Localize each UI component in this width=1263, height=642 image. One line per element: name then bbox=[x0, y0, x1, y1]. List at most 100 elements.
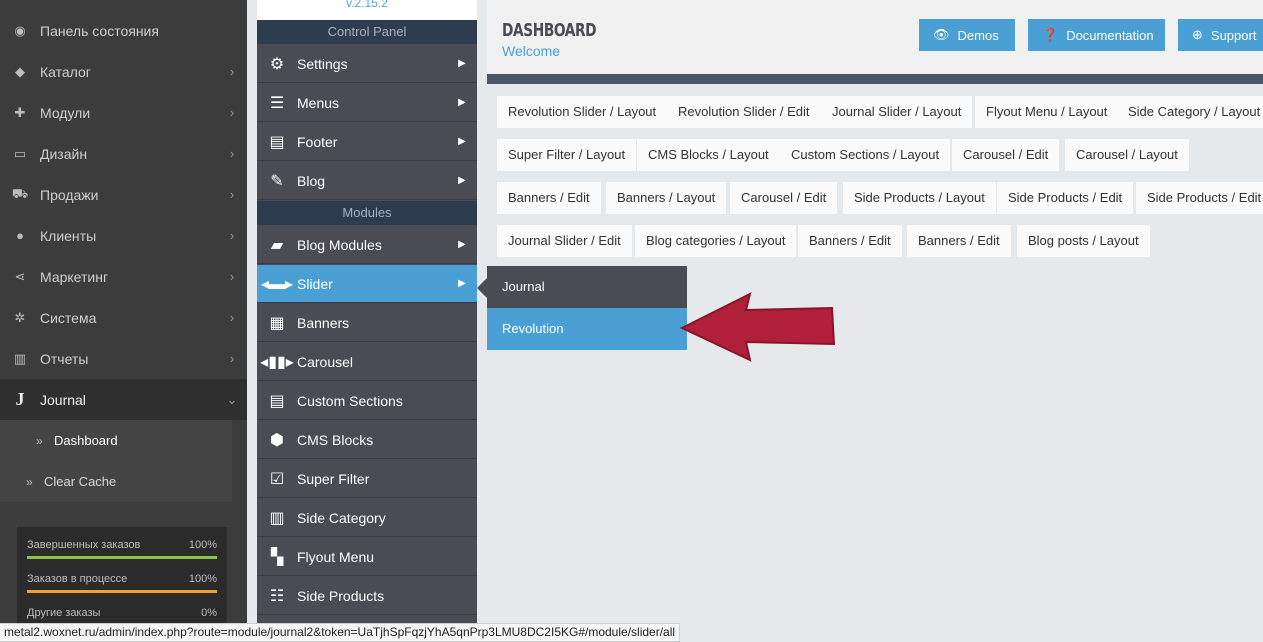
menu-item-menus[interactable]: ☰ Menus ▶ bbox=[257, 84, 477, 122]
cube-icon: ⬢ bbox=[270, 431, 284, 449]
browser-status-bar: metal2.woxnet.ru/admin/index.php?route=m… bbox=[0, 623, 681, 642]
cart-icon: ⛟ bbox=[11, 185, 29, 201]
sidebar-item-label: Клиенты bbox=[40, 227, 97, 244]
support-button[interactable]: ⊕ Support bbox=[1178, 19, 1263, 51]
footer-icon: ▤ bbox=[269, 133, 285, 151]
gear-icon: ✲ bbox=[14, 309, 26, 325]
grid-icon: ▦ bbox=[269, 314, 285, 332]
sidebar-item-label: Отчеты bbox=[40, 350, 89, 367]
sidebar-item-label: Маркетинг bbox=[40, 268, 109, 285]
menu-item-cms-blocks[interactable]: ⬢ CMS Blocks bbox=[257, 421, 477, 459]
menu-item-carousel[interactable]: ◂▮▮▸ Carousel bbox=[257, 343, 477, 381]
sidebar-item-system[interactable]: ✲ Система › bbox=[0, 297, 247, 338]
menu-item-label: Carousel bbox=[297, 353, 354, 370]
shortcut-button[interactable]: Banners / Edit bbox=[907, 225, 1011, 257]
progress-fill bbox=[27, 556, 217, 559]
sidebar-item-modules[interactable]: ✚ Модули › bbox=[0, 92, 247, 133]
shortcut-button[interactable]: Revolution Slider / Edit bbox=[667, 96, 821, 128]
slider-icon: ◂▬▸ bbox=[260, 275, 294, 293]
button-label: Support bbox=[1210, 27, 1257, 43]
edit-icon: ✎ bbox=[270, 172, 284, 190]
sidebar-item-reports[interactable]: ▥ Отчеты › bbox=[0, 338, 247, 379]
menu-item-side-products[interactable]: ☷ Side Products bbox=[257, 577, 477, 615]
sidebar-item-journal[interactable]: J Journal ⌄ bbox=[0, 379, 247, 420]
shortcut-button[interactable]: Side Products / Edit bbox=[1136, 182, 1263, 214]
menu-item-blog-modules[interactable]: ▰ Blog Modules ▶ bbox=[257, 226, 477, 264]
shortcut-button[interactable]: Journal Slider / Layout bbox=[821, 96, 973, 128]
menu-item-settings[interactable]: ⚙ Settings ▶ bbox=[257, 45, 477, 83]
menu-item-label: CMS Blocks bbox=[297, 431, 374, 448]
progress-bar bbox=[27, 590, 217, 593]
control-panel-header: Control Panel bbox=[257, 20, 477, 44]
demos-button[interactable]: 👁 Demos bbox=[919, 19, 1015, 51]
sidebar-subitem-dashboard[interactable]: » Dashboard bbox=[0, 420, 232, 461]
menu-item-footer[interactable]: ▤ Footer ▶ bbox=[257, 123, 477, 161]
carousel-icon: ◂▮▮▸ bbox=[260, 353, 294, 371]
sidebar-subitem-label: Dashboard bbox=[54, 433, 118, 448]
caret-right-icon: ▶ bbox=[458, 278, 466, 289]
shortcut-button[interactable]: Blog posts / Layout bbox=[1017, 225, 1150, 257]
user-icon: ● bbox=[16, 228, 24, 243]
flyout-item-revolution[interactable]: Revolution bbox=[487, 308, 687, 350]
sidebar-item-sales[interactable]: ⛟ Продажи › bbox=[0, 174, 247, 215]
menu-item-label: Slider bbox=[297, 275, 333, 292]
double-chevron-icon: » bbox=[36, 433, 43, 448]
menu-item-label: Flyout Menu bbox=[297, 548, 375, 565]
shortcut-button[interactable]: Carousel / Edit bbox=[730, 182, 838, 214]
menu-item-side-category[interactable]: ▥ Side Category bbox=[257, 499, 477, 537]
stat-completed: Завершенных заказов 100% bbox=[27, 537, 217, 571]
shortcut-button[interactable]: Banners / Edit bbox=[497, 182, 601, 214]
sidebar-item-design[interactable]: ▭ Дизайн › bbox=[0, 133, 247, 174]
documentation-button[interactable]: ❓ Documentation bbox=[1028, 19, 1165, 51]
menu-item-label: Super Filter bbox=[297, 470, 370, 487]
menu-item-flyout-menu[interactable]: ▚ Flyout Menu bbox=[257, 538, 477, 576]
shortcut-button[interactable]: Side Category / Layout bbox=[1117, 96, 1263, 128]
annotation-arrow bbox=[680, 292, 836, 362]
shortcut-button[interactable]: Revolution Slider / Layout bbox=[497, 96, 668, 128]
shortcut-button[interactable]: Carousel / Edit bbox=[952, 139, 1060, 171]
shortcut-button[interactable]: Side Products / Layout bbox=[843, 182, 996, 214]
version-label: v.2.15.2 bbox=[257, 0, 477, 20]
shortcut-button[interactable]: Banners / Layout bbox=[606, 182, 727, 214]
sidebar-item-catalog[interactable]: ◆ Каталог › bbox=[0, 51, 247, 92]
shortcut-button[interactable]: Side Products / Edit bbox=[997, 182, 1134, 214]
menu-item-banners[interactable]: ▦ Banners bbox=[257, 304, 477, 342]
chevron-right-icon: › bbox=[229, 228, 235, 243]
shortcut-button[interactable]: Banners / Edit bbox=[798, 225, 902, 257]
sidebar-item-marketing[interactable]: ⋖ Маркетинг › bbox=[0, 256, 247, 297]
monitor-icon: ▭ bbox=[13, 145, 27, 161]
menu-item-label: Banners bbox=[297, 314, 350, 331]
menu-item-custom-sections[interactable]: ▤ Custom Sections bbox=[257, 382, 477, 420]
menu-item-label: Settings bbox=[297, 55, 348, 72]
chevron-down-icon: ⌄ bbox=[226, 391, 238, 407]
page-subtitle: Welcome bbox=[502, 43, 561, 59]
chevron-right-icon: › bbox=[229, 269, 235, 284]
shortcut-button[interactable]: Flyout Menu / Layout bbox=[975, 96, 1119, 128]
sidebar-item-label: Каталог bbox=[40, 63, 91, 80]
sidebar-item-dashboard[interactable]: ◉ Панель состояния bbox=[0, 10, 247, 51]
stat-processing: Заказов в процессе 100% bbox=[27, 571, 217, 605]
comment-icon: ▰ bbox=[270, 236, 284, 254]
checkbox-icon: ☑ bbox=[269, 470, 285, 488]
shortcut-button[interactable]: Journal Slider / Edit bbox=[497, 225, 632, 257]
chevron-right-icon: › bbox=[229, 146, 235, 161]
sidebar-item-customers[interactable]: ● Клиенты › bbox=[0, 215, 247, 256]
shortcut-button[interactable]: Blog categories / Layout bbox=[635, 225, 797, 257]
list-icon: ☷ bbox=[269, 587, 285, 605]
menu-item-super-filter[interactable]: ☑ Super Filter bbox=[257, 460, 477, 498]
menu-item-label: Blog Modules bbox=[297, 236, 382, 253]
shortcut-button[interactable]: Carousel / Layout bbox=[1065, 139, 1189, 171]
sidebar-subitem-clear-cache[interactable]: » Clear Cache bbox=[0, 461, 232, 502]
flyout-item-journal[interactable]: Journal bbox=[487, 266, 687, 308]
shortcut-button[interactable]: Custom Sections / Layout bbox=[780, 139, 951, 171]
page-header: DASHBOARD Welcome 👁 Demos ❓ Documentatio… bbox=[487, 0, 1263, 74]
double-chevron-icon: » bbox=[26, 474, 33, 489]
shortcut-button[interactable]: CMS Blocks / Layout bbox=[637, 139, 780, 171]
gears-icon: ⚙ bbox=[269, 55, 285, 73]
menu-item-slider[interactable]: ◂▬▸ Slider ▶ bbox=[257, 265, 477, 303]
modules-header: Modules bbox=[257, 201, 477, 225]
admin-sidebar: ◉ Панель состояния ◆ Каталог › ✚ Модули … bbox=[0, 0, 247, 642]
shortcut-button[interactable]: Super Filter / Layout bbox=[497, 139, 637, 171]
menu-item-blog[interactable]: ✎ Blog ▶ bbox=[257, 162, 477, 200]
button-label: Demos bbox=[957, 27, 999, 43]
